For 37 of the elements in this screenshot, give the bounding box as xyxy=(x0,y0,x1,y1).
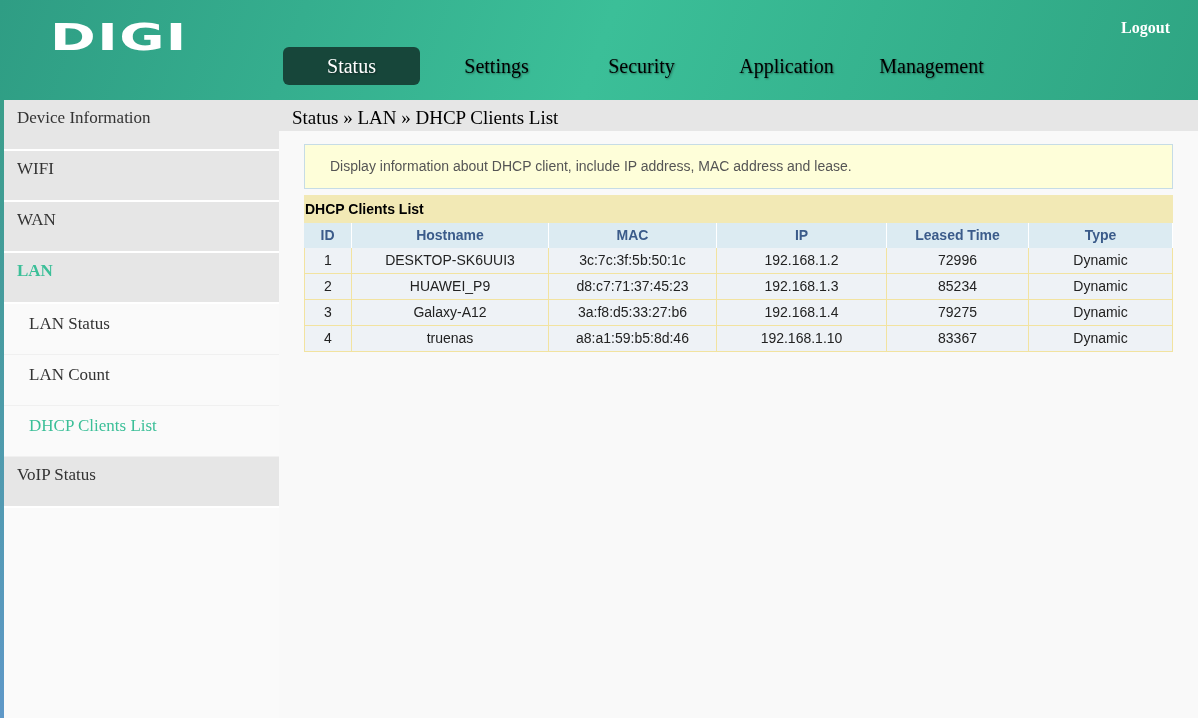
table-cell: Dynamic xyxy=(1029,274,1173,299)
sidebar-item[interactable]: VoIP Status xyxy=(4,457,279,508)
table-cell: 2 xyxy=(304,274,352,299)
table-cell: 192.168.1.4 xyxy=(717,300,887,325)
table-cell: 3c:7c:3f:5b:50:1c xyxy=(549,248,717,273)
table-cell: d8:c7:71:37:45:23 xyxy=(549,274,717,299)
sidebar-item[interactable]: WIFI xyxy=(4,151,279,202)
table-cell: HUAWEI_P9 xyxy=(352,274,549,299)
table-cell: 192.168.1.10 xyxy=(717,326,887,351)
table-cell: 3 xyxy=(304,300,352,325)
table-cell: 4 xyxy=(304,326,352,351)
logo: DIGI xyxy=(50,18,188,56)
table-cell: DESKTOP-SK6UUI3 xyxy=(352,248,549,273)
sidebar-item[interactable]: Device Information xyxy=(4,100,279,151)
table-cell: truenas xyxy=(352,326,549,351)
breadcrumb: Status » LAN » DHCP Clients List xyxy=(279,100,1198,131)
table-cell: Dynamic xyxy=(1029,248,1173,273)
nav-tab[interactable]: Security xyxy=(573,47,710,85)
table-cell: 192.168.1.2 xyxy=(717,248,887,273)
table-cell: 72996 xyxy=(887,248,1029,273)
table-cell: Dynamic xyxy=(1029,300,1173,325)
nav-tab[interactable]: Status xyxy=(283,47,420,85)
table-cell: Galaxy-A12 xyxy=(352,300,549,325)
table-cell: 3a:f8:d5:33:27:b6 xyxy=(549,300,717,325)
table-title: DHCP Clients List xyxy=(304,195,1173,223)
table-cell: 79275 xyxy=(887,300,1029,325)
table-cell: 83367 xyxy=(887,326,1029,351)
nav-tab[interactable]: Application xyxy=(718,47,855,85)
nav-tab[interactable]: Settings xyxy=(428,47,565,85)
table-cell: Dynamic xyxy=(1029,326,1173,351)
sidebar-item[interactable]: WAN xyxy=(4,202,279,253)
table-cell: 192.168.1.3 xyxy=(717,274,887,299)
nav-tab[interactable]: Management xyxy=(863,47,1000,85)
table-cell: 85234 xyxy=(887,274,1029,299)
info-box: Display information about DHCP client, include IP address, MAC address and lease. xyxy=(304,144,1173,189)
table-cell: a8:a1:59:b5:8d:46 xyxy=(549,326,717,351)
table-cell: 1 xyxy=(304,248,352,273)
